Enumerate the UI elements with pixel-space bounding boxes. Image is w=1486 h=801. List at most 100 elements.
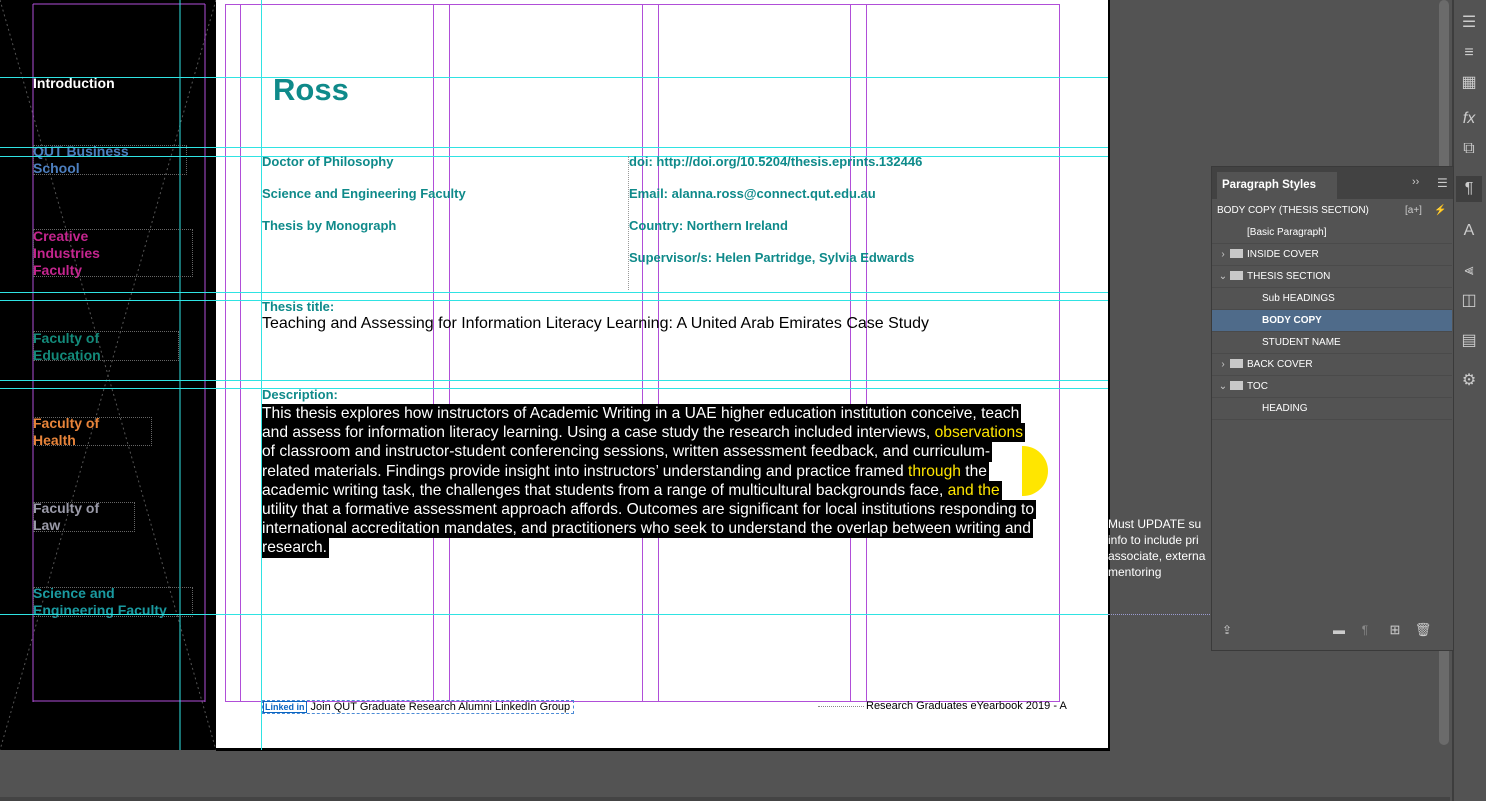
style-group-label: THESIS SECTION [1247, 271, 1331, 282]
highlighted-text: observations [934, 424, 1024, 442]
ruler-guide [0, 147, 1108, 148]
style-heading[interactable]: HEADING [1212, 398, 1452, 420]
thesis-title[interactable]: Teaching and Assessing for Information L… [262, 315, 929, 333]
style-sub-headings[interactable]: Sub HEADINGS [1212, 288, 1452, 310]
paragraph-styles-icon[interactable]: ¶ [1456, 176, 1482, 202]
supervisor-label[interactable]: Supervisor/s: Helen Partridge, Sylvia Ed… [629, 250, 914, 265]
description-line: of classroom and instructor-student conf… [262, 442, 993, 462]
quick-apply-icon[interactable]: ⚡ [1434, 201, 1446, 221]
folder-icon [1230, 249, 1243, 258]
degree-label[interactable]: Doctor of Philosophy [262, 154, 393, 169]
collapse-panel-icon[interactable]: ›› [1412, 176, 1419, 188]
description-heading[interactable]: Description: [262, 387, 338, 402]
ruler-guide [0, 388, 1108, 389]
clear-overrides-icon[interactable]: ¶ [1352, 617, 1378, 643]
style-label: HEADING [1262, 403, 1308, 414]
horizontal-scrollbar[interactable] [0, 797, 1450, 801]
style-group-thesis-section[interactable]: ⌄ THESIS SECTION [1212, 266, 1452, 288]
description-body-selected[interactable]: This thesis explores how instructors of … [262, 404, 1062, 558]
link-frame [33, 502, 135, 532]
paragraph-styles-panel[interactable]: Paragraph Styles ›› ☰ BODY COPY (THESIS … [1211, 166, 1454, 651]
email-label[interactable]: Email: alanna.ross@connect.qut.edu.au [629, 186, 876, 201]
new-group-icon[interactable]: ▬ [1326, 617, 1352, 643]
style-label: STUDENT NAME [1262, 337, 1341, 348]
load-styles-icon[interactable]: ⇪ [1214, 617, 1240, 643]
linkedin-icon: Linked in [263, 701, 307, 713]
panel-footer: ⇪ ▬ ¶ ⊞ 🗑 [1212, 617, 1453, 643]
column-guide [433, 4, 434, 702]
folder-icon [1230, 381, 1243, 390]
ruler-guide [0, 292, 1108, 293]
thesis-title-heading[interactable]: Thesis title: [262, 299, 334, 314]
ruler-guide [0, 614, 1108, 615]
style-label: [Basic Paragraph] [1247, 227, 1327, 238]
margin-guide [1059, 4, 1060, 702]
new-style-icon[interactable]: ⊞ [1382, 617, 1408, 643]
thesis-type-label[interactable]: Thesis by Monograph [262, 218, 396, 233]
linkedin-footer-link[interactable]: Linked in Join QUT Graduate Research Alum… [262, 700, 575, 714]
style-body-copy[interactable]: BODY COPY [1212, 310, 1452, 332]
align-icon[interactable]: ⫷ [1456, 258, 1482, 284]
delete-icon[interactable]: 🗑 [1410, 617, 1436, 643]
style-student-name[interactable]: STUDENT NAME [1212, 332, 1452, 354]
margin-guide [225, 4, 1060, 5]
links-icon[interactable]: ⧉ [1456, 136, 1482, 162]
description-line: This thesis explores how instructors of … [262, 404, 1022, 424]
scripts-icon[interactable]: ⚙ [1456, 368, 1482, 394]
link-frame [33, 417, 152, 446]
panel-menu-icon[interactable]: ☰ [1437, 176, 1448, 190]
page-edge [1108, 0, 1110, 751]
description-line: related materials. Findings provide insi… [262, 461, 989, 481]
page-shadow [216, 748, 1110, 751]
link-frame [33, 229, 193, 277]
chevron-down-icon[interactable]: ⌄ [1216, 266, 1230, 287]
frame-crossover-lines [0, 0, 216, 750]
style-group-label: INSIDE COVER [1247, 249, 1319, 260]
style-basic-paragraph[interactable]: [Basic Paragraph] [1212, 222, 1452, 244]
pathfinder-icon[interactable]: ◫ [1456, 288, 1482, 314]
chevron-right-icon[interactable]: › [1216, 244, 1230, 265]
description-line: research. [262, 538, 330, 558]
pasteboard-note[interactable]: Must UPDATE su info to include pri assoc… [1108, 516, 1218, 580]
highlighted-text: through [908, 462, 961, 480]
folder-icon [1230, 271, 1243, 280]
current-style-name: BODY COPY (THESIS SECTION) [1217, 205, 1369, 216]
section-navigation: Introduction QUT Business School Creativ… [0, 0, 216, 750]
student-name[interactable]: Ross [273, 72, 349, 108]
style-group-label: BACK COVER [1247, 359, 1313, 370]
ruler-guide [0, 156, 1108, 157]
country-label[interactable]: Country: Northern Ireland [629, 218, 788, 233]
chevron-right-icon[interactable]: › [1216, 354, 1230, 375]
text-wrap-icon[interactable]: ▤ [1456, 328, 1482, 354]
new-style-from-selection-button[interactable]: [a+] [1405, 201, 1422, 221]
style-group-toc[interactable]: ⌄ TOC [1212, 376, 1452, 398]
note-frame-edge [1108, 614, 1212, 615]
current-style-row: BODY COPY (THESIS SECTION) [a+] ⚡ [1217, 201, 1453, 221]
swatches-icon[interactable]: ▦ [1456, 70, 1482, 96]
footer-leader [818, 706, 864, 707]
description-line: academic writing task, the challenges th… [262, 480, 1002, 501]
note-line: info to include pri [1108, 533, 1199, 547]
link-frame [33, 145, 187, 175]
panel-tab-paragraph-styles[interactable]: Paragraph Styles [1217, 172, 1337, 199]
link-frame [33, 331, 179, 361]
column-guide [642, 4, 643, 702]
note-line: mentoring [1108, 565, 1162, 579]
note-line: Must UPDATE su [1108, 517, 1202, 531]
description-line: utility that a formative assessment appr… [262, 500, 1036, 520]
effects-icon[interactable]: fx [1456, 106, 1482, 132]
ruler-guide [0, 77, 1108, 78]
stroke-icon[interactable]: ≡ [1456, 40, 1482, 66]
note-line: associate, externa [1108, 549, 1206, 563]
faculty-label[interactable]: Science and Engineering Faculty [262, 186, 466, 201]
menu-icon[interactable]: ☰ [1456, 10, 1482, 36]
doi-label[interactable]: doi: http://doi.org/10.5204/thesis.eprin… [629, 154, 922, 169]
document-page[interactable] [216, 0, 1108, 748]
footer-title[interactable]: Research Graduates eYearbook 2019 - A [866, 700, 1067, 712]
style-group-inside-cover[interactable]: › INSIDE COVER [1212, 244, 1452, 266]
style-group-back-cover[interactable]: › BACK COVER [1212, 354, 1452, 376]
character-styles-icon[interactable]: A [1456, 218, 1482, 244]
style-group-label: TOC [1247, 381, 1268, 392]
column-guide [225, 4, 226, 702]
chevron-down-icon[interactable]: ⌄ [1216, 376, 1230, 397]
